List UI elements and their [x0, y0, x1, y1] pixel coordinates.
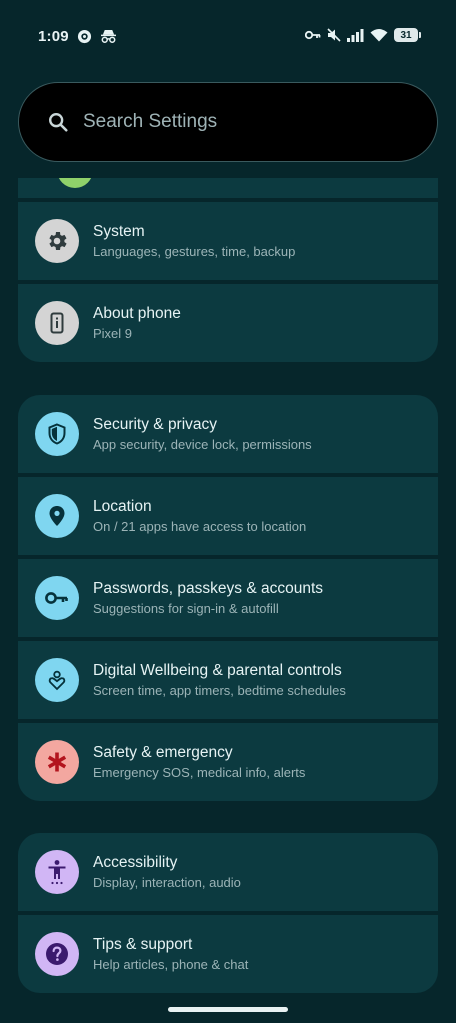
- settings-group-security: Security & privacy App security, device …: [18, 395, 438, 801]
- accessibility-icon: [35, 850, 79, 894]
- settings-group-system: System Languages, gestures, time, backup…: [18, 202, 438, 362]
- setting-item-title: Safety & emergency: [93, 744, 233, 761]
- status-left: 1:09: [38, 28, 117, 45]
- setting-item-about-phone[interactable]: About phone Pixel 9: [18, 284, 438, 362]
- asterisk-icon: [35, 740, 79, 784]
- setting-item-subtitle: Display, interaction, audio: [93, 875, 241, 890]
- setting-item-subtitle: Suggestions for sign-in & autofill: [93, 601, 279, 616]
- key-icon: [35, 576, 79, 620]
- search-placeholder: Search Settings: [83, 111, 218, 132]
- setting-item-system[interactable]: System Languages, gestures, time, backup: [18, 202, 438, 280]
- signal-icon: [347, 28, 364, 42]
- previous-item-icon: [57, 178, 93, 188]
- setting-item-safety-emergency[interactable]: Safety & emergency Emergency SOS, medica…: [18, 723, 438, 801]
- status-bar: 1:09 31: [0, 0, 456, 72]
- status-time: 1:09: [38, 28, 69, 45]
- setting-item-subtitle: Pixel 9: [93, 326, 133, 341]
- setting-item-digital-wellbeing[interactable]: Digital Wellbeing & parental controls Sc…: [18, 641, 438, 719]
- setting-item-subtitle: Languages, gestures, time, backup: [93, 244, 296, 259]
- setting-item-title: Security & privacy: [93, 416, 218, 433]
- search-icon: [47, 111, 69, 133]
- help-icon: [35, 932, 79, 976]
- setting-item-security-privacy[interactable]: Security & privacy App security, device …: [18, 395, 438, 473]
- circle-dot-icon: [77, 29, 92, 44]
- battery-icon: 31: [394, 28, 421, 42]
- phone-info-icon: [35, 301, 79, 345]
- setting-item-accessibility[interactable]: Accessibility Display, interaction, audi…: [18, 833, 438, 911]
- setting-item-subtitle: App security, device lock, permissions: [93, 437, 312, 452]
- settings-group-accessibility: Accessibility Display, interaction, audi…: [18, 833, 438, 993]
- wifi-icon: [370, 28, 388, 42]
- incognito-icon: [100, 29, 117, 44]
- previous-item-peek: [18, 178, 438, 198]
- wellbeing-icon: [35, 658, 79, 702]
- setting-item-subtitle: On / 21 apps have access to location: [93, 519, 307, 534]
- vpn-key-icon: [305, 29, 321, 41]
- setting-item-subtitle: Help articles, phone & chat: [93, 957, 249, 972]
- status-right: 31: [305, 28, 421, 42]
- mute-icon: [327, 28, 341, 42]
- setting-item-tips-support[interactable]: Tips & support Help articles, phone & ch…: [18, 915, 438, 993]
- gear-icon: [35, 219, 79, 263]
- setting-item-title: Passwords, passkeys & accounts: [93, 580, 324, 597]
- search-bar[interactable]: Search Settings: [18, 82, 438, 162]
- location-pin-icon: [35, 494, 79, 538]
- home-indicator[interactable]: [168, 1007, 288, 1012]
- setting-item-title: Accessibility: [93, 854, 178, 871]
- setting-item-title: System: [93, 223, 145, 240]
- setting-item-title: Digital Wellbeing & parental controls: [93, 662, 342, 679]
- setting-item-location[interactable]: Location On / 21 apps have access to loc…: [18, 477, 438, 555]
- setting-item-title: Location: [93, 498, 152, 515]
- shield-icon: [35, 412, 79, 456]
- setting-item-subtitle: Emergency SOS, medical info, alerts: [93, 765, 306, 780]
- setting-item-title: Tips & support: [93, 936, 193, 953]
- setting-item-passwords-accounts[interactable]: Passwords, passkeys & accounts Suggestio…: [18, 559, 438, 637]
- setting-item-subtitle: Screen time, app timers, bedtime schedul…: [93, 683, 346, 698]
- setting-item-title: About phone: [93, 305, 181, 322]
